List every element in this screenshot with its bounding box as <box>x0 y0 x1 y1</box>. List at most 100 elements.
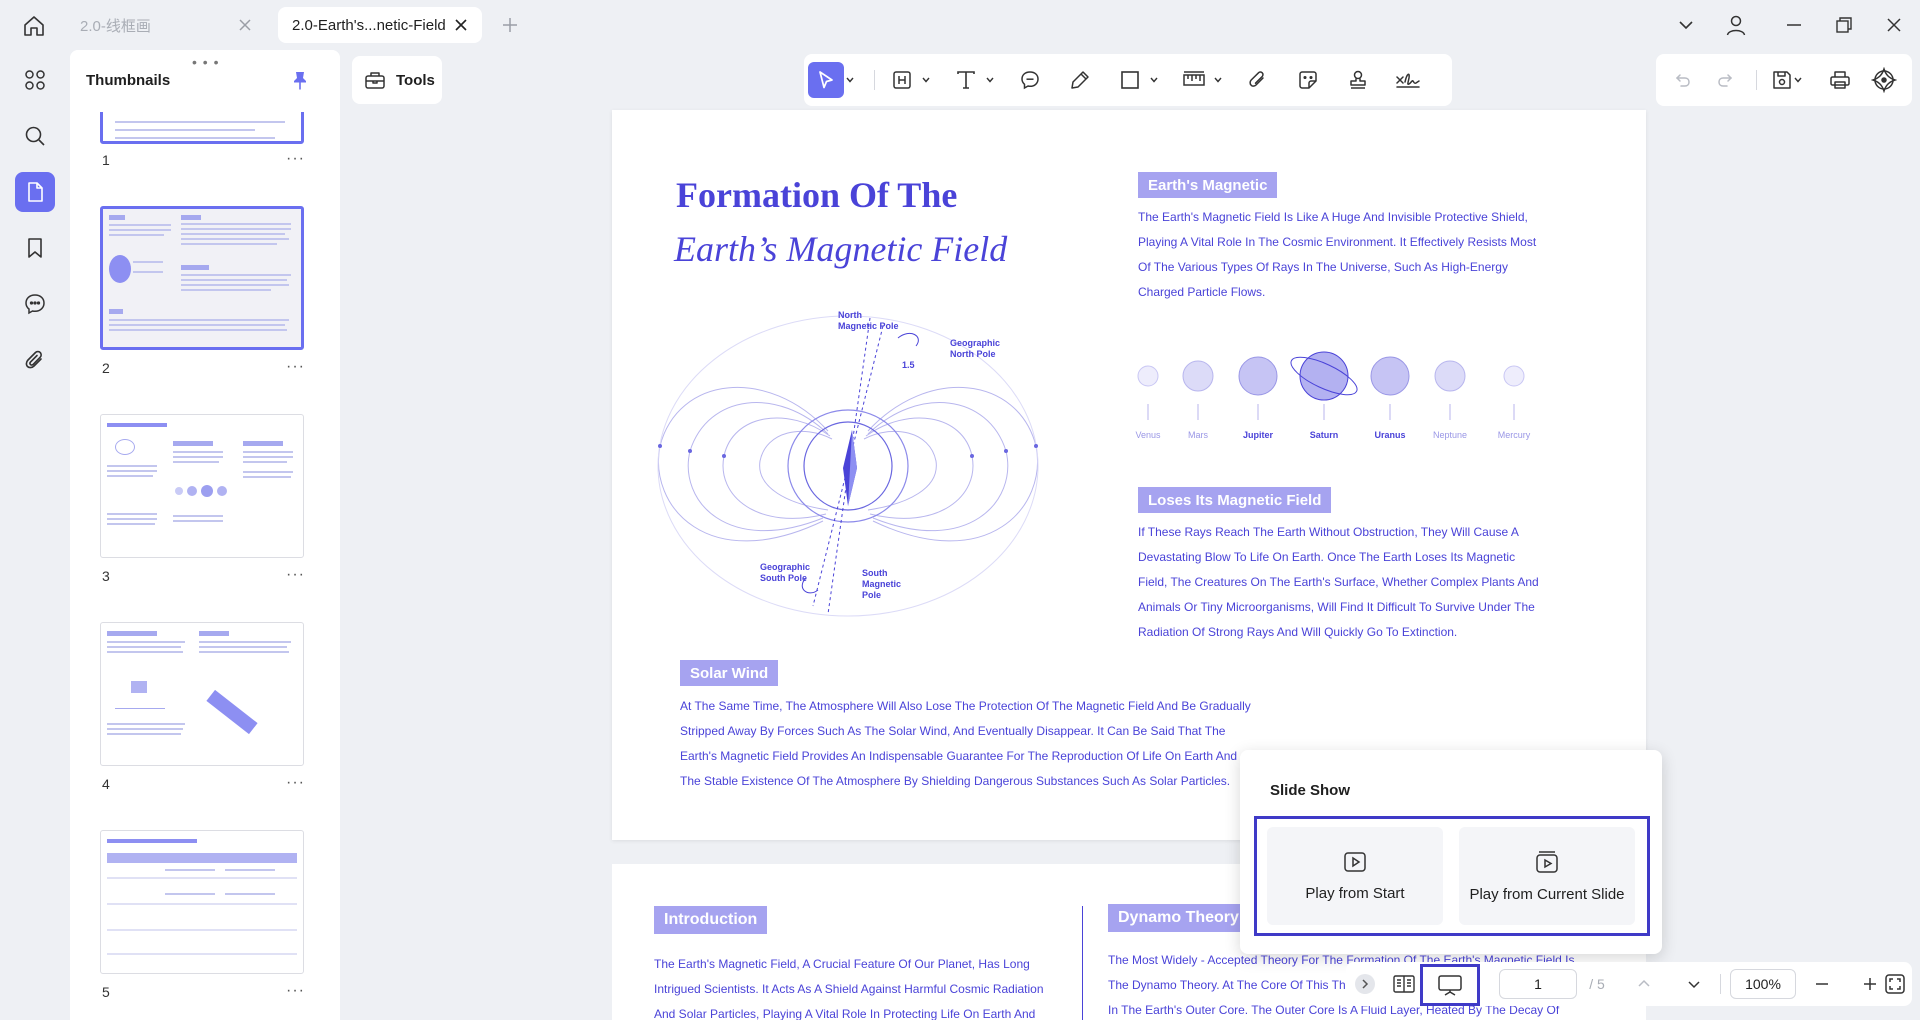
chevron-down-icon[interactable] <box>920 75 932 85</box>
pen-tool[interactable] <box>1062 62 1098 98</box>
minimize-icon <box>1787 24 1801 26</box>
page-icon <box>28 182 43 202</box>
account-button[interactable] <box>1722 12 1750 38</box>
chevron-down-icon[interactable] <box>984 75 996 85</box>
redo-button[interactable] <box>1708 62 1744 98</box>
chevron-down-icon[interactable] <box>1148 75 1160 85</box>
ai-assistant-button[interactable] <box>1866 62 1902 98</box>
measure-tool[interactable] <box>1176 62 1224 98</box>
text-line: Earth's Magnetic Field Provides An Indis… <box>680 749 1238 763</box>
save-button[interactable] <box>1764 62 1810 98</box>
save-icon <box>1773 71 1791 89</box>
thumbnails-panel: • • • Thumbnails 1 ··· 2 ··· 3 ··· 4 ···… <box>70 50 340 1020</box>
text-line: Intrigued Scientists. It Acts As A Shiel… <box>654 982 1044 996</box>
rail-attachments-button[interactable] <box>15 340 55 380</box>
page-number-field[interactable] <box>1498 968 1578 1000</box>
label-south-magnetic-pole: South Magnetic Pole <box>862 568 902 600</box>
title-bar: 2.0-线框画 2.0-Earth's...netic-Field <box>0 0 1920 50</box>
text-line: The Earth's Magnetic Field, A Crucial Fe… <box>654 957 1030 971</box>
thumbnail-more-button[interactable]: ··· <box>286 566 305 584</box>
presentation-icon <box>1438 975 1462 996</box>
tab-list-button[interactable] <box>1672 12 1700 38</box>
pin-panel-button[interactable] <box>288 68 312 92</box>
chevron-down-icon[interactable] <box>1212 75 1224 85</box>
shape-tool[interactable] <box>1112 62 1160 98</box>
reading-mode-button[interactable] <box>1388 968 1420 1000</box>
text-line: If These Rays Reach The Earth Without Ob… <box>1138 525 1519 539</box>
attach-tool[interactable] <box>1240 62 1276 98</box>
tab-earths-magnetic-field[interactable]: 2.0-Earth's...netic-Field <box>278 7 482 43</box>
thumbnail-page-5[interactable] <box>100 830 304 974</box>
home-button[interactable] <box>20 12 48 40</box>
thumbnail-page-2[interactable] <box>100 206 304 350</box>
restore-icon <box>1836 17 1852 33</box>
tab-close-button[interactable] <box>236 16 254 34</box>
close-window-button[interactable] <box>1880 12 1908 38</box>
sticker-tool[interactable] <box>1290 62 1326 98</box>
thumbnail-more-button[interactable]: ··· <box>286 150 305 168</box>
rail-search-button[interactable] <box>15 116 55 156</box>
home-icon <box>24 16 44 36</box>
thumbnail-number: 1 <box>102 152 110 168</box>
play-from-start-button[interactable]: Play from Start <box>1267 827 1443 925</box>
tab-wireframe[interactable]: 2.0-线框画 <box>66 7 266 43</box>
rail-thumbnails-grid-button[interactable] <box>15 60 55 100</box>
collapse-statusbar-button[interactable] <box>1352 968 1378 1000</box>
sticker-icon <box>1290 62 1326 98</box>
rail-bookmarks-button[interactable] <box>15 228 55 268</box>
undo-button[interactable] <box>1664 62 1700 98</box>
thumbnails-header: • • • Thumbnails <box>70 50 340 112</box>
signature-icon <box>1390 62 1426 98</box>
rail-pages-button[interactable] <box>15 172 55 212</box>
play-from-current-label: Play from Current Slide <box>1469 885 1625 903</box>
restore-button[interactable] <box>1830 12 1858 38</box>
text-line: Field, The Creatures On The Earth's Surf… <box>1138 575 1539 589</box>
fit-page-button[interactable] <box>1880 968 1910 1000</box>
text-line: Of The Various Types Of Rays In The Univ… <box>1138 260 1508 274</box>
label-geographic-south-pole: Geographic South Pole <box>760 562 811 583</box>
section-heading-earths-magnetic: Earth's Magnetic <box>1138 172 1278 198</box>
text-tool[interactable] <box>948 62 996 98</box>
label-geographic-north-pole: Geographic North Pole <box>950 338 1001 359</box>
thumbnail-page-4[interactable] <box>100 622 304 766</box>
thumbnail-more-button[interactable]: ··· <box>286 358 305 376</box>
minimize-button[interactable] <box>1780 12 1808 38</box>
highlight-tool[interactable] <box>884 62 932 98</box>
planet-label-saturn: Saturn <box>1309 430 1339 440</box>
text-line: Charged Particle Flows. <box>1138 285 1266 299</box>
pen-icon <box>1062 62 1098 98</box>
thumbnail-more-button[interactable]: ··· <box>286 774 305 792</box>
chevron-down-icon[interactable] <box>844 75 856 85</box>
zoom-out-button[interactable] <box>1808 968 1836 1000</box>
signature-tool[interactable] <box>1390 62 1426 98</box>
new-tab-button[interactable] <box>498 13 522 37</box>
thumbnail-page-3[interactable] <box>100 414 304 558</box>
comment-tool[interactable] <box>1012 62 1048 98</box>
print-button[interactable] <box>1822 62 1858 98</box>
stamp-tool[interactable] <box>1340 62 1376 98</box>
close-icon <box>455 19 467 31</box>
panel-resize-grip[interactable]: • • • <box>192 54 219 70</box>
tools-label: Tools <box>396 71 435 89</box>
text-line: Playing A Vital Role In The Cosmic Envir… <box>1138 235 1537 249</box>
next-page-button[interactable] <box>1680 968 1708 1000</box>
select-tool[interactable] <box>808 62 856 98</box>
page-number-input[interactable] <box>1499 969 1577 999</box>
document-title-line1: Formation Of The <box>676 175 958 215</box>
thumbnail-more-button[interactable]: ··· <box>286 982 305 1000</box>
stamp-icon <box>1340 62 1376 98</box>
planet-label-mars: Mars <box>1188 430 1208 440</box>
document-actions-toolbar <box>1656 54 1912 106</box>
zoom-level-field[interactable]: 100% <box>1728 968 1798 1000</box>
play-from-current-slide-button[interactable]: Play from Current Slide <box>1459 827 1635 925</box>
annotation-toolbar <box>804 54 1452 106</box>
rail-comments-button[interactable] <box>15 284 55 324</box>
rectangle-icon <box>1112 62 1148 98</box>
tools-button[interactable]: Tools <box>352 56 442 104</box>
thumbnail-number: 2 <box>102 360 110 376</box>
text-line: Radiation Of Strong Rays And Will Quickl… <box>1138 625 1458 639</box>
tab-close-button[interactable] <box>452 16 470 34</box>
section-heading-solar-wind: Solar Wind <box>680 660 779 686</box>
slide-show-button[interactable] <box>1420 964 1480 1006</box>
previous-page-button[interactable] <box>1630 968 1658 1000</box>
